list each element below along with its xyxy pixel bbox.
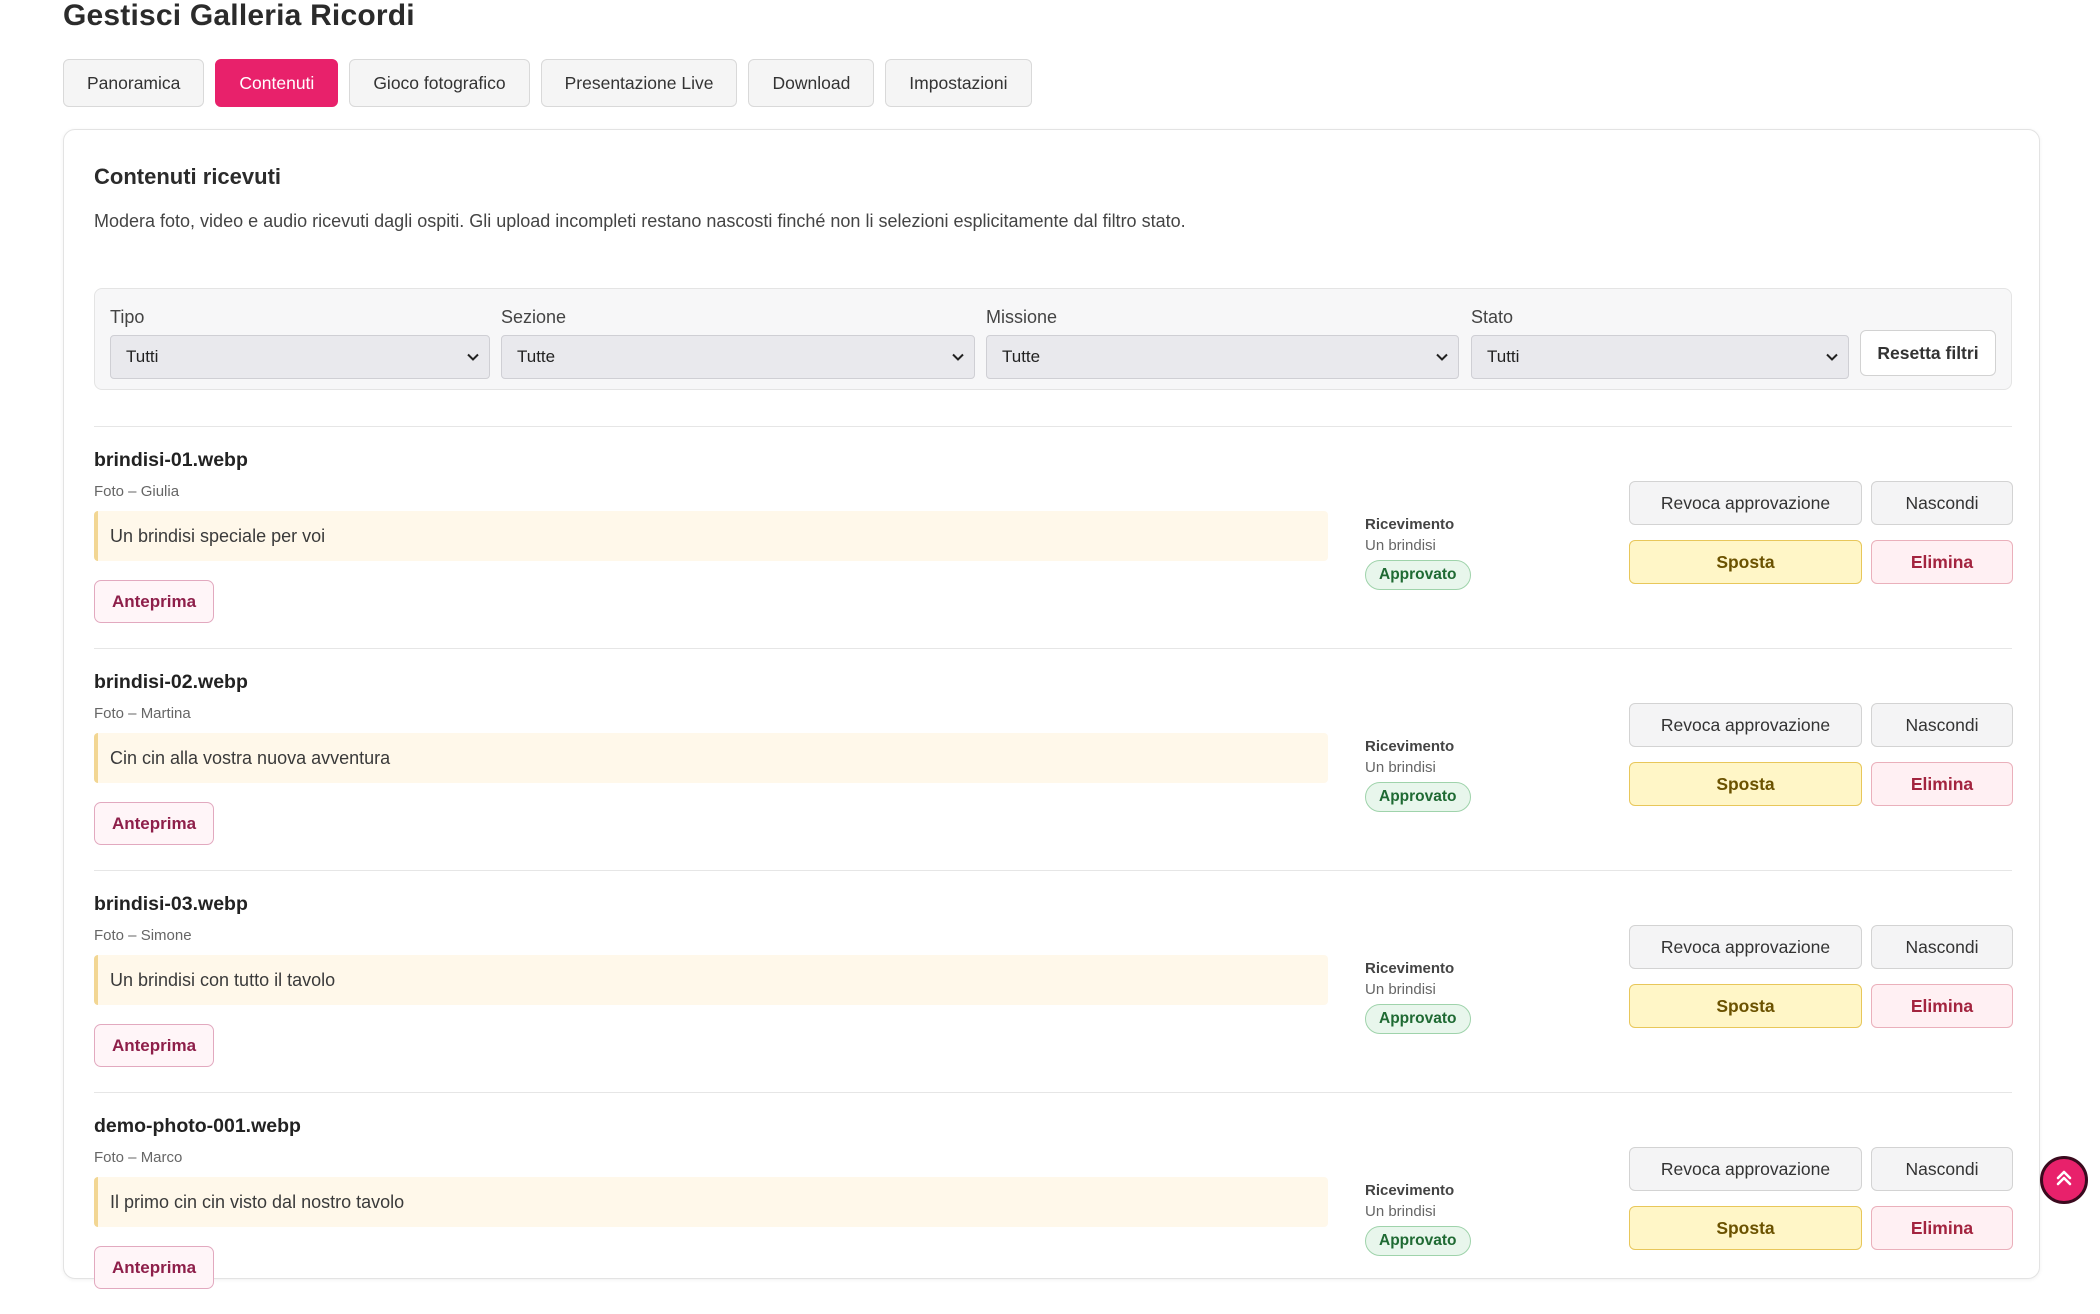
status-badge: Approvato bbox=[1365, 1226, 1471, 1256]
item-filename: brindisi-01.webp bbox=[94, 449, 248, 471]
item-meta: Foto – Giulia bbox=[94, 483, 180, 500]
filter-sezione-select[interactable]: Tutte bbox=[501, 335, 975, 379]
move-button[interactable]: Sposta bbox=[1629, 762, 1862, 806]
item-section-label: Ricevimento bbox=[1365, 960, 1455, 977]
page-title: Gestisci Galleria Ricordi bbox=[63, 0, 415, 32]
hide-button[interactable]: Nascondi bbox=[1871, 481, 2013, 525]
item-section-value: Un brindisi bbox=[1365, 537, 1436, 554]
item-section-value: Un brindisi bbox=[1365, 981, 1436, 998]
tab-impostazioni[interactable]: Impostazioni bbox=[885, 59, 1032, 107]
chevron-down-icon bbox=[1824, 349, 1840, 365]
item-section-info: Ricevimento Un brindisi Approvato bbox=[1365, 515, 1471, 590]
preview-button[interactable]: Anteprima bbox=[94, 580, 214, 623]
content-card: Contenuti ricevuti Modera foto, video e … bbox=[63, 129, 2040, 1289]
item-meta: Foto – Simone bbox=[94, 927, 192, 944]
item-section-info: Ricevimento Un brindisi Approvato bbox=[1365, 959, 1471, 1034]
filter-stato-value: Tutti bbox=[1487, 347, 1520, 366]
scroll-to-top-button[interactable] bbox=[2040, 1156, 2088, 1204]
filter-missione-value: Tutte bbox=[1002, 347, 1041, 366]
hide-button[interactable]: Nascondi bbox=[1871, 1147, 2013, 1191]
filter-tipo-value: Tutti bbox=[126, 347, 159, 366]
item-section-info: Ricevimento Un brindisi Approvato bbox=[1365, 737, 1471, 812]
status-badge: Approvato bbox=[1365, 560, 1471, 590]
content-item: brindisi-02.webp Foto – Martina Cin cin … bbox=[94, 649, 2013, 870]
item-caption: Un brindisi con tutto il tavolo bbox=[94, 955, 1328, 1005]
delete-button[interactable]: Elimina bbox=[1871, 540, 2013, 584]
tab-gioco-fotografico[interactable]: Gioco fotografico bbox=[349, 59, 530, 107]
filter-missione-label: Missione bbox=[986, 307, 1058, 327]
chevron-down-icon bbox=[1434, 349, 1450, 365]
content-item: brindisi-01.webp Foto – Giulia Un brindi… bbox=[94, 427, 2013, 648]
chevron-down-icon bbox=[465, 349, 481, 365]
item-section-label: Ricevimento bbox=[1365, 738, 1455, 755]
hide-button[interactable]: Nascondi bbox=[1871, 925, 2013, 969]
item-filename: brindisi-03.webp bbox=[94, 893, 248, 915]
filter-stato-label: Stato bbox=[1471, 307, 1514, 327]
content-item: brindisi-03.webp Foto – Simone Un brindi… bbox=[94, 871, 2013, 1092]
move-button[interactable]: Sposta bbox=[1629, 1206, 1862, 1250]
tab-bar: Panoramica Contenuti Gioco fotografico P… bbox=[63, 59, 1032, 107]
delete-button[interactable]: Elimina bbox=[1871, 762, 2013, 806]
preview-button[interactable]: Anteprima bbox=[94, 1024, 214, 1067]
revoke-approval-button[interactable]: Revoca approvazione bbox=[1629, 703, 1862, 747]
item-caption: Il primo cin cin visto dal nostro tavolo bbox=[94, 1177, 1328, 1227]
item-meta: Foto – Martina bbox=[94, 705, 191, 722]
revoke-approval-button[interactable]: Revoca approvazione bbox=[1629, 925, 1862, 969]
tab-contenuti[interactable]: Contenuti bbox=[215, 59, 339, 107]
move-button[interactable]: Sposta bbox=[1629, 984, 1862, 1028]
item-caption: Cin cin alla vostra nuova avventura bbox=[94, 733, 1328, 783]
status-badge: Approvato bbox=[1365, 782, 1471, 812]
filter-sezione-label: Sezione bbox=[501, 307, 567, 327]
item-filename: demo-photo-001.webp bbox=[94, 1115, 301, 1137]
filter-missione: Missione Tutte bbox=[986, 306, 1459, 379]
move-button[interactable]: Sposta bbox=[1629, 540, 1862, 584]
item-filename: brindisi-02.webp bbox=[94, 671, 248, 693]
reset-filters-button[interactable]: Resetta filtri bbox=[1860, 330, 1996, 376]
section-title: Contenuti ricevuti bbox=[94, 164, 282, 189]
delete-button[interactable]: Elimina bbox=[1871, 1206, 2013, 1250]
preview-button[interactable]: Anteprima bbox=[94, 802, 214, 845]
item-caption: Un brindisi speciale per voi bbox=[94, 511, 1328, 561]
filter-sezione-value: Tutte bbox=[517, 347, 556, 366]
section-description: Modera foto, video e audio ricevuti dagl… bbox=[94, 211, 1186, 231]
tab-panoramica[interactable]: Panoramica bbox=[63, 59, 205, 107]
filter-tipo-label: Tipo bbox=[110, 307, 145, 327]
filter-missione-select[interactable]: Tutte bbox=[986, 335, 1459, 379]
filter-stato-select[interactable]: Tutti bbox=[1471, 335, 1849, 379]
tab-download[interactable]: Download bbox=[748, 59, 875, 107]
preview-button[interactable]: Anteprima bbox=[94, 1246, 214, 1289]
item-section-label: Ricevimento bbox=[1365, 516, 1455, 533]
status-badge: Approvato bbox=[1365, 1004, 1471, 1034]
item-section-value: Un brindisi bbox=[1365, 1203, 1436, 1220]
filter-tipo-select[interactable]: Tutti bbox=[110, 335, 490, 379]
item-meta: Foto – Marco bbox=[94, 1149, 183, 1166]
revoke-approval-button[interactable]: Revoca approvazione bbox=[1629, 1147, 1862, 1191]
delete-button[interactable]: Elimina bbox=[1871, 984, 2013, 1028]
hide-button[interactable]: Nascondi bbox=[1871, 703, 2013, 747]
filter-stato: Stato Tutti bbox=[1471, 306, 1849, 379]
double-chevron-up-icon bbox=[2053, 1167, 2075, 1194]
item-section-value: Un brindisi bbox=[1365, 759, 1436, 776]
filter-sezione: Sezione Tutte bbox=[501, 306, 975, 379]
item-section-info: Ricevimento Un brindisi Approvato bbox=[1365, 1181, 1471, 1256]
filter-tipo: Tipo Tutti bbox=[110, 306, 490, 379]
chevron-down-icon bbox=[950, 349, 966, 365]
filter-bar: Tipo Tutti Sezione Tutte Missione Tutte … bbox=[94, 288, 2012, 390]
revoke-approval-button[interactable]: Revoca approvazione bbox=[1629, 481, 1862, 525]
tab-presentazione-live[interactable]: Presentazione Live bbox=[540, 59, 738, 107]
content-item: demo-photo-001.webp Foto – Marco Il prim… bbox=[94, 1093, 2013, 1314]
item-section-label: Ricevimento bbox=[1365, 1182, 1455, 1199]
